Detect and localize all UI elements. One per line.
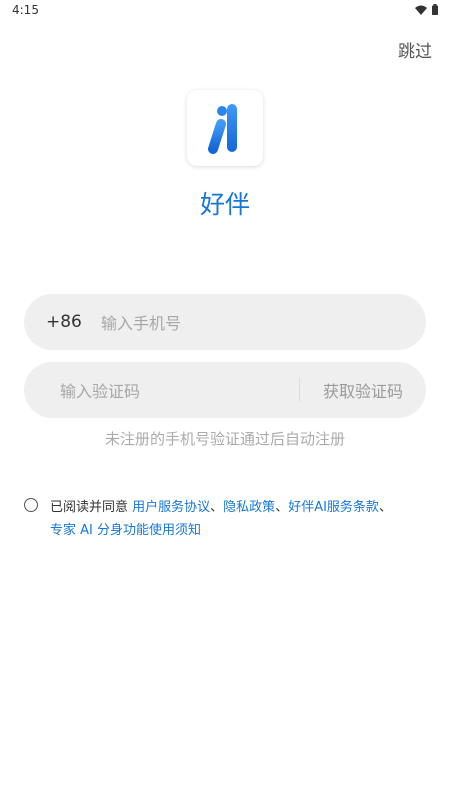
country-code-selector[interactable]: +86 (46, 312, 101, 332)
expert-ai-notice-link[interactable]: 专家 AI 分身功能使用须知 (50, 523, 201, 538)
user-agreement-link[interactable]: 用户服务协议 (132, 500, 210, 515)
agreement-separator: 、 (275, 500, 289, 515)
agreement-separator: 、 (210, 500, 224, 515)
agreement-text: 已阅读并同意 用户服务协议、隐私政策、好伴AI服务条款、 专家 AI 分身功能使用… (50, 496, 428, 542)
privacy-policy-link[interactable]: 隐私政策 (223, 500, 275, 515)
phone-placeholder: 输入手机号 (101, 314, 182, 333)
skip-button[interactable]: 跳过 (398, 37, 432, 62)
agreement-separator: 、 (378, 500, 392, 515)
status-icons (415, 4, 438, 15)
get-code-button[interactable]: 获取验证码 (300, 378, 426, 402)
app-logo-icon (208, 104, 237, 154)
code-placeholder: 输入验证码 (60, 382, 141, 401)
agreement-prefix: 已阅读并同意 (50, 500, 133, 515)
agreement-section: 已阅读并同意 用户服务协议、隐私政策、好伴AI服务条款、 专家 AI 分身功能使用… (24, 496, 428, 542)
ai-terms-link[interactable]: 好伴AI服务条款 (288, 500, 379, 515)
phone-input[interactable]: +86 输入手机号 (24, 294, 426, 350)
status-time: 4:15 (12, 3, 39, 17)
app-logo (187, 90, 263, 166)
verification-code-input[interactable]: 输入验证码 获取验证码 (24, 362, 426, 418)
app-name: 好伴 (199, 190, 250, 219)
register-hint: 未注册的手机号验证通过后自动注册 (104, 430, 345, 448)
wifi-icon (415, 5, 427, 15)
status-bar: 4:15 (0, 0, 450, 22)
battery-icon (432, 4, 438, 15)
agreement-radio[interactable] (24, 498, 38, 512)
